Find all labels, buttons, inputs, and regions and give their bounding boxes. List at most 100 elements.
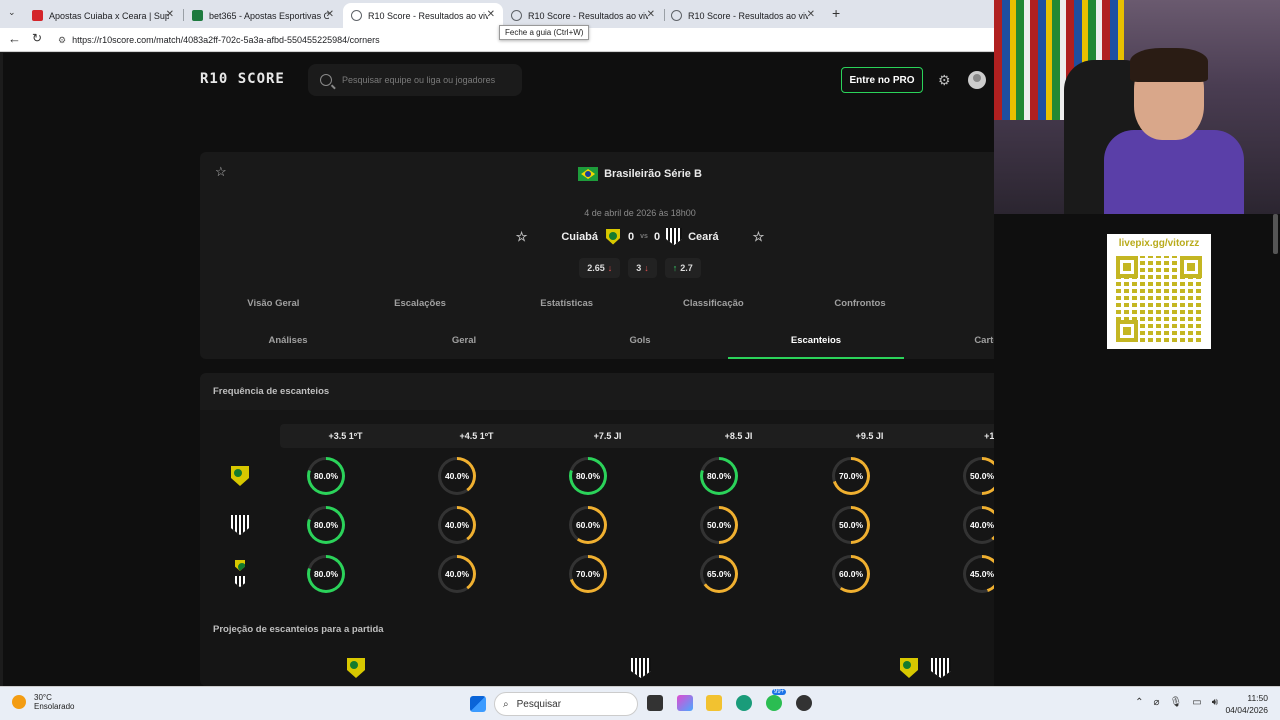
home-score: 0 [628, 230, 635, 243]
freq-row-both: 80.0% 40.0% 70.0% 65.0% 60.0% 45.0% [200, 554, 1080, 594]
system-tray: ⌃ ⌀ 🎙︎ ▭ 🔊︎ [1135, 697, 1218, 708]
site-info-icon[interactable]: ⚙ [58, 35, 66, 46]
scrollbar[interactable] [1273, 214, 1278, 254]
tab-escanteios[interactable]: Escanteios [728, 328, 904, 359]
percentage-value: 65.0% [703, 558, 735, 590]
ceara-crest-icon [235, 576, 245, 587]
streamer-body [1104, 130, 1244, 214]
copilot-icon[interactable] [677, 695, 693, 711]
windows-start-icon[interactable] [470, 696, 486, 712]
percentage-value: 80.0% [310, 509, 342, 541]
percentage-value: 60.0% [572, 509, 604, 541]
odd-home[interactable]: 2.65 ↓ [579, 258, 621, 278]
weather-widget[interactable]: 30°C Ensolarado [12, 693, 74, 711]
wifi-off-icon[interactable]: ⌀ [1154, 697, 1160, 708]
gear-icon[interactable]: ⚙ [938, 72, 951, 89]
tab-title: Apostas Cuiaba x Ceara | Superbet [49, 10, 169, 21]
percentage-ring: 80.0% [569, 457, 607, 495]
search-input[interactable]: Pesquisar equipe ou liga ou jogadores [308, 64, 522, 96]
new-tab-icon[interactable]: + [832, 5, 840, 21]
freq-header: Frequência de escanteios i [200, 373, 1080, 410]
qr-label: livepix.gg/vitorzz [1118, 238, 1200, 249]
whatsapp-icon[interactable] [766, 695, 782, 711]
odd-draw[interactable]: 3 ↓ [628, 258, 657, 278]
tab-superbet[interactable]: Apostas Cuiaba x Ceara | Superbet ✕ [24, 3, 182, 28]
avatar[interactable] [968, 71, 986, 89]
freq-column-headers: +3.5 1ºT +4.5 1ºT +7.5 JI +8.5 JI +9.5 J… [280, 424, 1066, 448]
chevron-up-icon[interactable]: ⌃ [1135, 697, 1143, 708]
percentage-value: 70.0% [835, 460, 867, 492]
league-title: Brasileirão Série B [200, 167, 1080, 181]
close-tab-icon[interactable]: ✕ [647, 9, 655, 20]
ceara-crest-icon [231, 515, 249, 535]
close-tab-icon[interactable]: ✕ [487, 9, 495, 20]
arrow-up-icon: ↑ [672, 263, 678, 273]
percentage-ring: 60.0% [832, 555, 870, 593]
qr-finder [1116, 256, 1138, 278]
column-header: +8.5 JI [724, 431, 753, 441]
bet365-favicon-icon [192, 10, 203, 21]
close-tab-icon[interactable]: ✕ [326, 9, 334, 20]
cuiaba-crest-icon [347, 658, 365, 678]
volume-icon[interactable]: 🔊︎ [1212, 697, 1218, 708]
task-view-icon[interactable] [647, 695, 663, 711]
brazil-flag-icon [578, 167, 599, 181]
column-header: +7.5 JI [593, 431, 622, 441]
odd-away[interactable]: ↑ 2.7 [664, 258, 701, 278]
edge-icon[interactable] [736, 695, 752, 711]
percentage-ring: 40.0% [438, 506, 476, 544]
percentage-value: 40.0% [441, 460, 473, 492]
notification-badge: 99+ [772, 689, 787, 695]
taskbar-search[interactable]: ⌕ Pesquisar [494, 692, 638, 716]
qr-finder [1116, 320, 1138, 342]
odds-row: 2.65 ↓ 3 ↓ ↑ 2.7 [200, 258, 1080, 278]
close-tab-icon[interactable]: ✕ [807, 9, 815, 20]
tab-gols[interactable]: Gols [552, 328, 728, 359]
pro-button[interactable]: Entre no PRO [841, 67, 923, 93]
tab-classificacao[interactable]: Classificação [640, 298, 787, 309]
time: 11:50 [1247, 693, 1268, 703]
percentage-ring: 80.0% [307, 457, 345, 495]
main-nav: Visão Geral Escalações Estatísticas Clas… [200, 298, 1080, 309]
tab-bet365[interactable]: bet365 - Apostas Esportivas Online ✕ [184, 3, 342, 28]
percentage-value: 50.0% [703, 509, 735, 541]
tab-estatisticas[interactable]: Estatísticas [493, 298, 640, 309]
tab-escalacoes[interactable]: Escalações [347, 298, 494, 309]
away-score: 0 [653, 230, 661, 243]
favorite-home-star-icon[interactable]: ☆ [516, 229, 528, 245]
temperature: 30°C [34, 693, 52, 702]
file-explorer-icon[interactable] [706, 695, 722, 711]
date: 04/04/2026 [1225, 705, 1268, 715]
tab-r10score-active[interactable]: R10 Score - Resultados ao vivo ✕ [343, 3, 503, 28]
tab-r10score[interactable]: R10 Score - Resultados ao vivo ✕ [663, 3, 823, 28]
percentage-ring: 50.0% [832, 506, 870, 544]
home-team-name[interactable]: Cuiabá [561, 231, 598, 243]
clock[interactable]: 11:50 04/04/2026 [1225, 692, 1268, 716]
column-header: +4.5 1ºT [459, 431, 494, 441]
cuiaba-crest-icon [606, 228, 621, 245]
reload-icon[interactable]: ↻ [32, 31, 42, 45]
r10score-logo[interactable]: R10 SCORE [200, 71, 285, 87]
freq-row-ceara: 80.0% 40.0% 60.0% 50.0% 50.0% 40.0% [200, 505, 1080, 545]
tab-analises[interactable]: Análises [200, 328, 376, 359]
favorite-away-star-icon[interactable]: ☆ [753, 229, 765, 245]
away-team-name[interactable]: Ceará [688, 231, 719, 243]
back-arrow-icon[interactable]: ← [8, 31, 21, 46]
projection-header: Projeção de escanteios para a partida i [200, 614, 1080, 644]
percentage-ring: 40.0% [438, 555, 476, 593]
display-icon[interactable]: ▭ [1192, 697, 1201, 708]
tab-geral[interactable]: Geral [376, 328, 552, 359]
percentage-value: 80.0% [703, 460, 735, 492]
close-tab-icon[interactable]: ✕ [166, 9, 174, 20]
tab-visao-geral[interactable]: Visão Geral [200, 298, 347, 309]
microphone-icon[interactable]: 🎙︎ [1170, 697, 1183, 708]
qr-finder [1180, 256, 1202, 278]
percentage-ring: 80.0% [700, 457, 738, 495]
percentage-value: 70.0% [572, 558, 604, 590]
obs-icon[interactable] [796, 695, 812, 711]
percentage-value: 80.0% [310, 460, 342, 492]
tab-list-chevron-icon[interactable]: ⌄ [8, 7, 16, 18]
column-header: +3.5 1ºT [328, 431, 363, 441]
url-text: https://r10score.com/match/4083a2ff-702c… [72, 35, 380, 45]
tab-confrontos[interactable]: Confrontos [787, 298, 934, 309]
